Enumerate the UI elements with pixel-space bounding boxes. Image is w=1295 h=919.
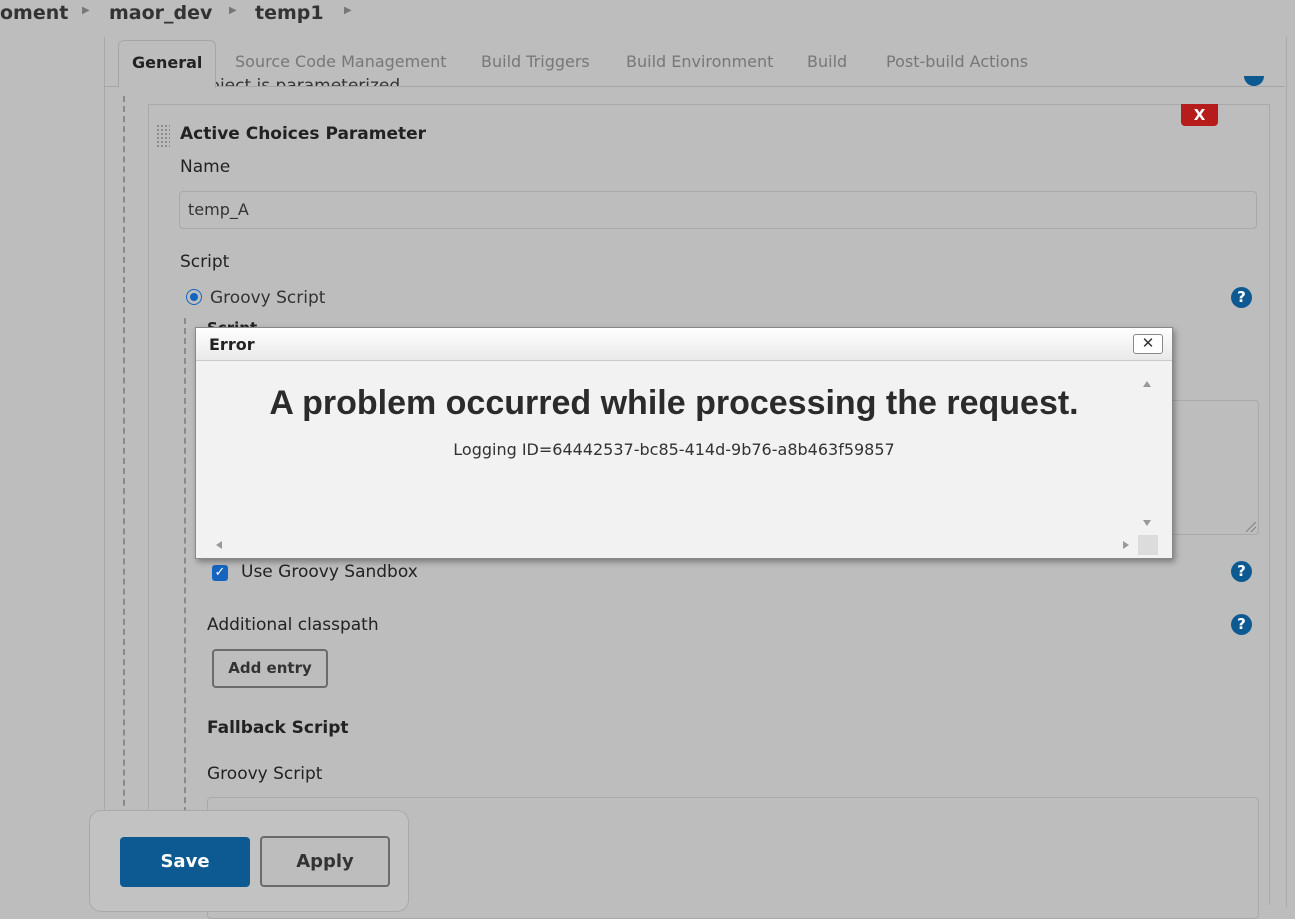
breadcrumb-item-folder[interactable]: maor_dev — [109, 2, 212, 24]
script-sublabel: Script — [207, 319, 257, 327]
config-tabs: General Source Code Management Build Tri… — [104, 38, 1285, 88]
scrollbar-corner — [1138, 535, 1158, 555]
scroll-left-arrow-icon[interactable] — [216, 541, 222, 549]
chevron-right-icon: ▶ — [82, 5, 90, 16]
breadcrumb-item-job[interactable]: temp1 — [255, 2, 324, 24]
help-icon[interactable]: ? — [1231, 287, 1252, 308]
drag-handle-icon[interactable] — [156, 124, 170, 148]
tab-build-environment[interactable]: Build Environment — [626, 52, 773, 71]
tab-general[interactable]: General — [118, 40, 217, 88]
tab-build[interactable]: Build — [807, 52, 847, 71]
groovy-script-radio[interactable] — [186, 289, 202, 305]
parameter-title: Active Choices Parameter — [180, 124, 427, 144]
fallback-script-title: Fallback Script — [207, 718, 349, 738]
dialog-header: Error ✕ — [196, 328, 1172, 361]
dialog-title: Error — [209, 335, 255, 354]
resize-handle-icon[interactable] — [1246, 522, 1256, 532]
use-groovy-sandbox-checkbox[interactable]: ✓ — [212, 565, 228, 581]
section-guide-line — [123, 96, 125, 836]
help-icon[interactable]: ? — [1231, 614, 1252, 635]
groovy-script-option-label: Groovy Script — [210, 288, 326, 308]
name-input[interactable]: temp_A — [179, 191, 1257, 229]
chevron-right-icon: ▶ — [344, 5, 352, 16]
chevron-right-icon: ▶ — [229, 5, 237, 16]
delete-parameter-button[interactable]: X — [1181, 104, 1218, 126]
scroll-up-arrow-icon[interactable] — [1143, 381, 1151, 387]
help-icon[interactable]: ? — [1231, 561, 1252, 582]
add-entry-button[interactable]: Add entry — [212, 649, 328, 688]
logging-id: Logging ID=64442537-bc85-414d-9b76-a8b46… — [453, 440, 895, 459]
apply-button[interactable]: Apply — [260, 836, 390, 887]
scroll-down-arrow-icon[interactable] — [1143, 520, 1151, 526]
fallback-groovy-script-label: Groovy Script — [207, 764, 323, 784]
additional-classpath-label: Additional classpath — [207, 615, 379, 635]
save-button[interactable]: Save — [120, 837, 250, 887]
tab-source-code-management[interactable]: Source Code Management — [235, 52, 446, 71]
breadcrumb-item-management[interactable]: oment — [0, 2, 68, 24]
close-icon[interactable]: ✕ — [1133, 334, 1163, 354]
breadcrumb: oment ▶ maor_dev ▶ temp1 ▶ — [0, 0, 1295, 30]
scroll-right-arrow-icon[interactable] — [1123, 541, 1129, 549]
name-label: Name — [180, 157, 231, 177]
tab-build-triggers[interactable]: Build Triggers — [481, 52, 590, 71]
script-label: Script — [180, 252, 230, 272]
use-groovy-sandbox-label: Use Groovy Sandbox — [241, 562, 418, 582]
tab-post-build-actions[interactable]: Post-build Actions — [886, 52, 1028, 71]
error-heading: A problem occurred while processing the … — [269, 384, 1079, 422]
error-dialog: Error ✕ A problem occurred while process… — [195, 327, 1173, 559]
script-guide-line — [184, 318, 186, 893]
